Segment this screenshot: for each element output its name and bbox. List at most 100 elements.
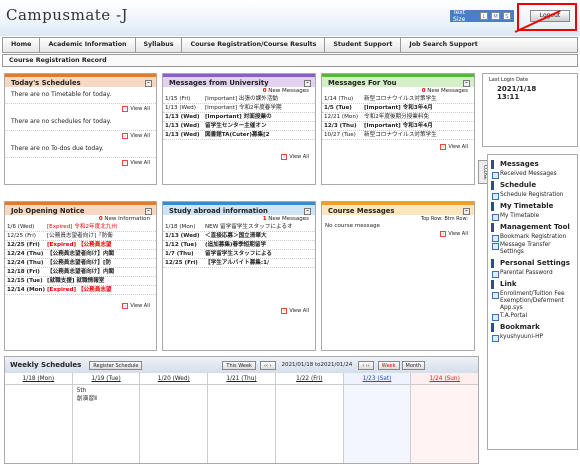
list-item[interactable]: 12/24 (Thu) 【公務員志望者向け】[防: [5, 259, 156, 268]
view-all-link[interactable]: › View All: [5, 104, 156, 114]
list-item[interactable]: 1/7 (Thu) 留学留学生スタッフによる: [163, 250, 315, 259]
collapse-icon[interactable]: –: [145, 208, 152, 215]
arrow-icon: ›: [281, 153, 288, 160]
day-cell[interactable]: [343, 385, 412, 463]
nav-academic-information[interactable]: Academic Information: [40, 38, 136, 52]
sidebar-item-kyushyuuni-hp[interactable]: kyushyuuni-HP: [491, 334, 574, 342]
list-item[interactable]: 1/15 (Fri) [Important] 出張の課外活動: [163, 95, 315, 104]
last-login-date: 2021/1/18: [497, 85, 537, 93]
list-item[interactable]: 1/13 (Wed) [Important] 令和2年度春学期: [163, 104, 315, 113]
view-all-link[interactable]: › View All: [5, 131, 156, 141]
sidebar-item-my-timetable[interactable]: My Timetable: [491, 213, 574, 221]
day-cell[interactable]: [140, 385, 209, 463]
day-cell[interactable]: [411, 385, 479, 463]
text-size-medium-button[interactable]: M: [491, 12, 500, 20]
nav-student-support[interactable]: Student Support: [325, 38, 402, 52]
day-headers: 1/18 (Mon) 1/19 (Tue) 1/20 (Wed) 1/21 (T…: [5, 373, 479, 385]
panel-title: Study abroad information –: [163, 202, 315, 215]
list-item[interactable]: 12/15 (Tue) [就職支援] 就職情報室: [5, 277, 156, 286]
sidebar-item-message-transfer-settings[interactable]: Message Transfer Settings: [491, 242, 574, 256]
day-header[interactable]: 1/21 (Thu): [208, 373, 276, 384]
view-all-link[interactable]: › View All: [163, 152, 315, 162]
list-item[interactable]: 12/25 (Fri) 【学生アルバイト募集:1/: [163, 259, 315, 268]
day-header[interactable]: 1/24 (Sun): [411, 373, 479, 384]
nav-course-registration[interactable]: Course Registration/Course Results: [182, 38, 326, 52]
collapse-icon[interactable]: –: [304, 80, 311, 87]
sub-nav-course-registration-record[interactable]: Course Registration Record: [2, 54, 578, 67]
collapse-icon[interactable]: –: [463, 208, 470, 215]
list-item[interactable]: 1/13 (Wed) [Important] 対面授業の: [163, 113, 315, 122]
this-week-button[interactable]: This Week: [222, 360, 256, 370]
day-header[interactable]: 1/22 (Fri): [276, 373, 344, 384]
arrow-icon: ›: [440, 230, 447, 237]
panel-title: Course Messages –: [322, 202, 474, 215]
list-item[interactable]: 10/27 (Tue) 新型コロナウイルス対策学生: [322, 131, 474, 140]
day-cell[interactable]: [5, 385, 73, 463]
last-login-box: Last Login Date 2021/1/18 13:11: [482, 73, 578, 147]
list-item[interactable]: 12/25 (Fri) [公務員志望者向け]「防衛: [5, 232, 156, 241]
view-all-link[interactable]: › View All: [322, 229, 474, 239]
sidebar-item-parental-password[interactable]: Parental Password: [491, 270, 574, 278]
list-item[interactable]: 1/5 (Tue) [Important] 令和3年4月: [322, 104, 474, 113]
list-item[interactable]: 1/13 (Wed) ＜直接応募＞国立清華大: [163, 232, 315, 241]
view-all-link[interactable]: › View All: [322, 142, 474, 152]
view-all-link[interactable]: › View All: [163, 306, 315, 316]
text-size-large-button[interactable]: L: [479, 12, 489, 20]
collapse-icon[interactable]: –: [304, 208, 311, 215]
sidebar-section-bookmark: Bookmark: [491, 323, 574, 332]
nav-home[interactable]: Home: [3, 38, 41, 52]
list-item[interactable]: 12/18 (Fri) 【公務員志望者向け】内閣: [5, 268, 156, 277]
text-size-label: Text Size: [453, 9, 466, 23]
list-item[interactable]: 12/25 (Fri) [Expired] 【公務員志望: [5, 241, 156, 250]
panel-title: Messages For You –: [322, 74, 474, 87]
collapse-icon[interactable]: –: [463, 80, 470, 87]
register-schedule-button[interactable]: Register Schedule: [89, 360, 143, 370]
day-header[interactable]: 1/20 (Wed): [140, 373, 209, 384]
list-item[interactable]: 1/6 (Wed) [Expired] 令和2年度北九州: [5, 223, 156, 232]
sidebar-item-bookmark-registration[interactable]: Bookmark Registration: [491, 234, 574, 242]
view-all-link[interactable]: › View All: [5, 158, 156, 168]
list-item[interactable]: 12/24 (Thu) 【公務員志望者向け】内閣: [5, 250, 156, 259]
day-cell[interactable]: [276, 385, 344, 463]
weekly-header: Weekly Schedules Register Schedule This …: [5, 357, 478, 373]
main-nav: Home Academic Information Syllabus Cours…: [2, 37, 578, 53]
list-item[interactable]: 12/14 (Mon) [Expired] 【公務員志望: [5, 286, 156, 295]
panel-title: Messages from University –: [163, 74, 315, 87]
collapse-icon[interactable]: –: [145, 80, 152, 87]
view-all-link[interactable]: › View All: [5, 301, 156, 311]
panel-title: Job Opening Notice –: [5, 202, 156, 215]
day-cell[interactable]: 5th 創演習Ⅱ: [73, 385, 141, 463]
list-item[interactable]: 1/13 (Wed) 図書館TA(Cuter)募集[2: [163, 131, 315, 140]
week-view-button[interactable]: Week: [377, 360, 400, 370]
top-bar: Campusmate -J Text Size L M S Logout: [0, 0, 580, 36]
todos-note: There are no To-dos due today.: [5, 141, 156, 158]
sidebar-item-received-messages[interactable]: Received Messages: [491, 171, 574, 179]
last-login-time: 13:11: [497, 93, 520, 101]
prev-week-button[interactable]: ‹‹ ‹: [259, 360, 276, 370]
day-header[interactable]: 1/23 (Sat): [343, 373, 412, 384]
day-header[interactable]: 1/18 (Mon): [5, 373, 73, 384]
sidebar-item-enrollment-tuition[interactable]: Enrollment/Tuition Fee Exemption/Deferme…: [491, 291, 574, 312]
sidebar-section-schedule: Schedule: [491, 181, 574, 190]
list-item[interactable]: 1/14 (Thu) 新型コロナウイルス対策学生: [322, 95, 474, 104]
list-item[interactable]: 1/13 (Wed) 留学生センター主催オン: [163, 122, 315, 131]
next-week-button[interactable]: › ››: [358, 360, 374, 370]
week-range: 2021/01/18 to2021/01/24: [281, 362, 353, 368]
sidebar-item-schedule-registration[interactable]: Schedule Registration: [491, 192, 574, 200]
text-size-small-button[interactable]: S: [502, 12, 512, 20]
day-header[interactable]: 1/19 (Tue): [73, 373, 141, 384]
nav-syllabus[interactable]: Syllabus: [136, 38, 183, 52]
list-item[interactable]: 1/18 (Mon) NEW 留学留学生スタッフによるオ: [163, 223, 315, 232]
sidebar-section-management-tool: Management Tool: [491, 223, 574, 232]
list-item[interactable]: 1/12 (Tue) (追加募集)春季短期留学: [163, 241, 315, 250]
messages-from-university-panel: Messages from University – 0 New Messages…: [162, 73, 316, 185]
day-cell[interactable]: [208, 385, 276, 463]
sidebar-item-ta-portal[interactable]: T.A.Portal: [491, 313, 574, 321]
nav-job-search-support[interactable]: Job Search Support: [401, 38, 485, 52]
brand-logo: Campusmate -J: [6, 6, 129, 24]
list-item[interactable]: 12/3 (Thu) [Important] 令和3年4月: [322, 122, 474, 131]
schedules-note: There are no schedules for today.: [5, 114, 156, 131]
month-view-button[interactable]: Month: [401, 360, 426, 370]
list-item[interactable]: 12/21 (Mon) 令和2年度後期分授業料免: [322, 113, 474, 122]
schedule-entry[interactable]: 5th 創演習Ⅱ: [77, 387, 136, 403]
